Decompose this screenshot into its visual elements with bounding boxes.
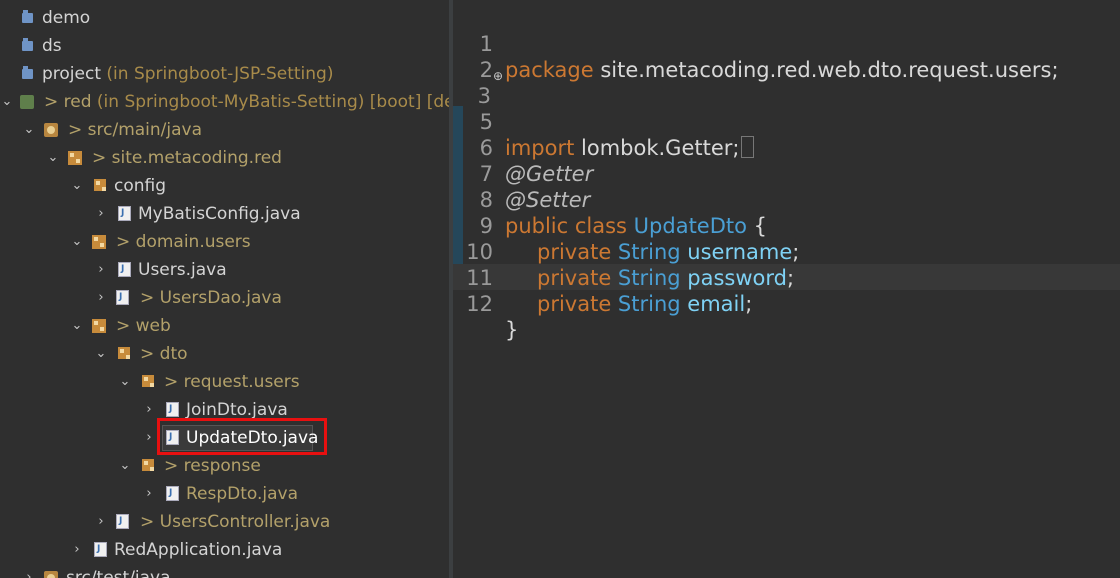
java-file-icon [166, 395, 179, 423]
package-icon [94, 179, 106, 191]
package-icon [142, 375, 154, 387]
code-line: 6 @Getter [453, 109, 1120, 186]
code-line: 12 } [453, 265, 1120, 342]
source-folder-icon [44, 123, 58, 137]
chevron-down-icon[interactable]: ⌄ [94, 340, 108, 368]
tree-item-project[interactable]: project (in Springboot-JSP-Setting) [0, 60, 449, 88]
chevron-right-icon[interactable]: › [94, 284, 108, 312]
chevron-down-icon[interactable]: ⌄ [70, 172, 84, 200]
chevron-right-icon[interactable]: › [94, 256, 108, 284]
java-file-icon [116, 507, 129, 535]
code-line: 3 ⊕ import lombok.Getter; [453, 57, 1120, 160]
tree-item-working-set: (in Springboot-JSP-Setting) [101, 64, 334, 84]
chevron-right-icon[interactable]: › [22, 564, 36, 578]
tree-item-red[interactable]: ⌄ > red (in Springboot-MyBatis-Setting) … [0, 88, 449, 116]
chevron-down-icon[interactable]: ⌄ [70, 312, 84, 340]
project-folder-icon [22, 66, 33, 79]
code-line: 5 [453, 83, 1120, 134]
project-folder-icon [22, 10, 33, 23]
chevron-down-icon[interactable]: ⌄ [46, 144, 60, 172]
chevron-right-icon[interactable]: › [142, 396, 156, 424]
red-highlight-box [157, 418, 327, 455]
package-icon [118, 347, 130, 359]
spring-project-icon [20, 95, 34, 109]
chevron-down-icon[interactable]: ⌄ [22, 116, 36, 144]
chevron-right-icon[interactable]: › [142, 480, 156, 508]
java-file-icon [118, 199, 131, 227]
chevron-down-icon[interactable]: ⌄ [118, 368, 132, 396]
java-file-icon [116, 283, 129, 311]
source-folder-icon [44, 571, 58, 578]
chevron-down-icon[interactable]: ⌄ [0, 88, 14, 116]
package-icon [92, 235, 106, 249]
package-icon [142, 459, 154, 471]
code-line: 1 package site.metacoding.red.web.dto.re… [453, 5, 1120, 82]
package-icon [68, 151, 82, 165]
chevron-right-icon[interactable]: › [94, 508, 108, 536]
code-line: 9 private String username; [453, 187, 1120, 264]
java-file-icon [166, 479, 179, 507]
chevron-right-icon[interactable]: › [70, 536, 84, 564]
code-line: 7 @Setter [453, 135, 1120, 212]
code-editor[interactable]: 1 package site.metacoding.red.web.dto.re… [453, 0, 1120, 578]
package-explorer: demo ds project (in Springboot-JSP-Setti… [0, 0, 449, 578]
package-icon [92, 319, 106, 333]
code-line: 10 private String password; [453, 213, 1120, 290]
code-line: 2 [453, 31, 1120, 82]
chevron-down-icon[interactable]: ⌄ [70, 228, 84, 256]
java-file-icon [94, 535, 107, 563]
line-number: 12 [466, 292, 493, 316]
code-line: 8 public class UpdateDto { [453, 161, 1120, 238]
code-line: 11 private String email; [453, 239, 1120, 316]
chevron-right-icon[interactable]: › [94, 200, 108, 228]
tree-item-label: project [42, 64, 102, 84]
chevron-down-icon[interactable]: ⌄ [118, 452, 132, 480]
tree-item-label: > red [44, 92, 92, 112]
java-file-icon [118, 255, 131, 283]
project-folder-icon [22, 38, 33, 51]
chevron-right-icon[interactable]: › [142, 424, 156, 452]
tree-item-working-set: (in Springboot-MyBatis-Setting) [boot] [… [91, 92, 449, 112]
